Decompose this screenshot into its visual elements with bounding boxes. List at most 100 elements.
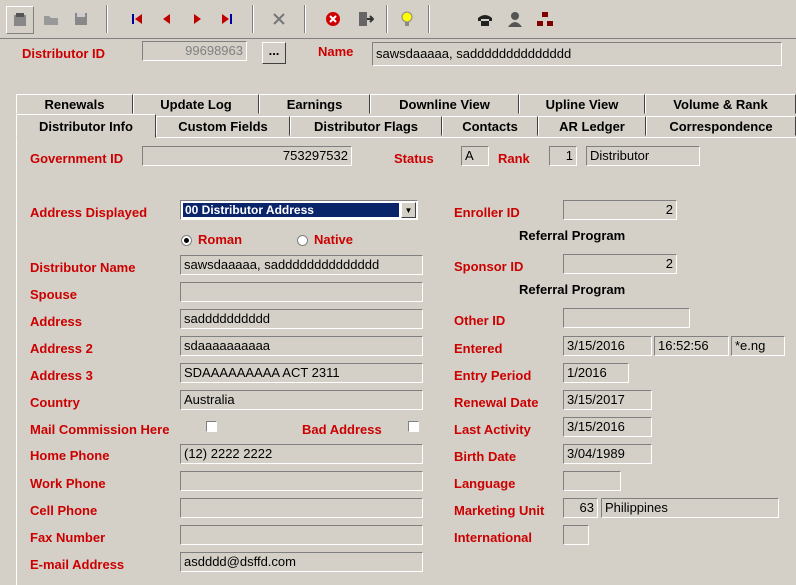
tab-distributor-info[interactable]: Distributor Info <box>16 114 156 138</box>
tab-custom-fields[interactable]: Custom Fields <box>156 116 290 136</box>
address-displayed-label: Address Displayed <box>30 205 148 220</box>
roman-radio[interactable] <box>181 235 192 246</box>
sponsor-id-field[interactable]: 2 <box>563 254 677 274</box>
international-field[interactable] <box>563 525 589 545</box>
work-phone-label: Work Phone <box>30 476 106 491</box>
name-field[interactable]: sawsdaaaaa, sadddddddddddddd <box>372 42 782 66</box>
birth-date-label: Birth Date <box>454 449 517 464</box>
entry-period-label: Entry Period <box>454 368 532 383</box>
marketing-unit-number-field[interactable]: 63 <box>563 498 598 518</box>
entered-by-field[interactable]: *e.ng <box>731 336 785 356</box>
enroller-id-label: Enroller ID <box>454 205 520 220</box>
language-field[interactable] <box>563 471 621 491</box>
mail-commission-checkbox[interactable] <box>206 421 217 432</box>
save-icon[interactable] <box>68 6 94 32</box>
international-label: International <box>454 530 533 545</box>
distributor-name-field[interactable]: sawsdaaaaa, sadddddddddddddd <box>180 255 423 275</box>
native-radio[interactable] <box>297 235 308 246</box>
chevron-down-icon[interactable]: ▼ <box>401 202 416 218</box>
address-field[interactable]: sadddddddddd <box>180 309 423 329</box>
open-folder-icon[interactable] <box>38 6 64 32</box>
tab-distributor-flags[interactable]: Distributor Flags <box>290 116 442 136</box>
tab-renewals[interactable]: Renewals <box>16 94 133 114</box>
other-id-field[interactable] <box>563 308 690 328</box>
distributor-name-label: Distributor Name <box>30 260 136 275</box>
home-phone-label: Home Phone <box>30 448 110 463</box>
entered-time-field[interactable]: 16:52:56 <box>654 336 729 356</box>
first-record-icon[interactable] <box>124 6 150 32</box>
delete-icon[interactable] <box>266 6 292 32</box>
address2-label: Address 2 <box>30 341 93 356</box>
marketing-unit-label: Marketing Unit <box>454 503 545 518</box>
tab-ar-ledger[interactable]: AR Ledger <box>538 116 646 136</box>
entered-date-field[interactable]: 3/15/2016 <box>563 336 652 356</box>
address-label: Address <box>30 314 83 329</box>
tab-earnings[interactable]: Earnings <box>259 94 370 114</box>
status-label: Status <box>394 151 434 166</box>
name-label: Name <box>318 44 354 59</box>
cancel-icon[interactable] <box>320 6 346 32</box>
entered-label: Entered <box>454 341 503 356</box>
country-label: Country <box>30 395 80 410</box>
email-label: E-mail Address <box>30 557 125 572</box>
new-record-icon[interactable] <box>6 6 34 34</box>
birth-date-field[interactable]: 3/04/1989 <box>563 444 652 464</box>
last-activity-label: Last Activity <box>454 422 531 437</box>
exit-icon[interactable] <box>352 6 378 32</box>
home-phone-field[interactable]: (12) 2222 2222 <box>180 444 423 464</box>
other-id-label: Other ID <box>454 313 506 328</box>
country-field[interactable]: Australia <box>180 390 423 410</box>
government-id-field[interactable]: 753297532 <box>142 146 352 166</box>
address3-field[interactable]: SDAAAAAAAAA ACT 2311 <box>180 363 423 383</box>
sponsor-program-text: Referral Program <box>519 282 626 297</box>
bad-address-label: Bad Address <box>302 422 382 437</box>
distributor-id-field[interactable]: 99698963 <box>142 41 247 61</box>
org-chart-icon[interactable] <box>532 6 558 32</box>
email-field[interactable]: asdddd@dsffd.com <box>180 552 423 572</box>
tab-downline-view[interactable]: Downline View <box>370 94 519 114</box>
hint-icon[interactable] <box>394 6 420 32</box>
distributor-lookup-button[interactable]: ... <box>262 42 286 64</box>
next-record-icon[interactable] <box>184 6 210 32</box>
rank-number-field[interactable]: 1 <box>549 146 577 166</box>
native-label: Native <box>314 232 354 247</box>
tab-volume-rank[interactable]: Volume & Rank <box>645 94 796 114</box>
sponsor-id-label: Sponsor ID <box>454 259 524 274</box>
contact-icon[interactable] <box>502 6 528 32</box>
address3-label: Address 3 <box>30 368 93 383</box>
work-phone-field[interactable] <box>180 471 423 491</box>
rank-name-field[interactable]: Distributor <box>586 146 700 166</box>
phone-icon[interactable] <box>472 6 498 32</box>
government-id-label: Government ID <box>30 151 124 166</box>
tab-contacts[interactable]: Contacts <box>442 116 538 136</box>
language-label: Language <box>454 476 516 491</box>
spouse-field[interactable] <box>180 282 423 302</box>
spouse-label: Spouse <box>30 287 77 302</box>
bad-address-checkbox[interactable] <box>408 421 419 432</box>
enroller-id-field[interactable]: 2 <box>563 200 677 220</box>
fax-label: Fax Number <box>30 530 106 545</box>
status-field[interactable]: A <box>461 146 489 166</box>
tab-update-log[interactable]: Update Log <box>133 94 259 114</box>
renewal-date-label: Renewal Date <box>454 395 539 410</box>
cell-phone-label: Cell Phone <box>30 503 98 518</box>
enroller-program-text: Referral Program <box>519 228 626 243</box>
distributor-id-label: Distributor ID <box>22 46 106 61</box>
marketing-unit-name-field[interactable]: Philippines <box>601 498 779 518</box>
mail-commission-label: Mail Commission Here <box>30 422 170 437</box>
fax-field[interactable] <box>180 525 423 545</box>
tab-correspondence[interactable]: Correspondence <box>646 116 796 136</box>
roman-label: Roman <box>198 232 243 247</box>
prev-record-icon[interactable] <box>154 6 180 32</box>
address-displayed-select[interactable]: 00 Distributor Address ▼ <box>180 200 418 220</box>
rank-label: Rank <box>498 151 530 166</box>
toolbar <box>0 0 796 39</box>
last-record-icon[interactable] <box>214 6 240 32</box>
cell-phone-field[interactable] <box>180 498 423 518</box>
renewal-date-field[interactable]: 3/15/2017 <box>563 390 652 410</box>
address2-field[interactable]: sdaaaaaaaaaa <box>180 336 423 356</box>
last-activity-field[interactable]: 3/15/2016 <box>563 417 652 437</box>
address-displayed-value: 00 Distributor Address <box>182 202 400 218</box>
tab-upline-view[interactable]: Upline View <box>519 94 645 114</box>
entry-period-field[interactable]: 1/2016 <box>563 363 629 383</box>
